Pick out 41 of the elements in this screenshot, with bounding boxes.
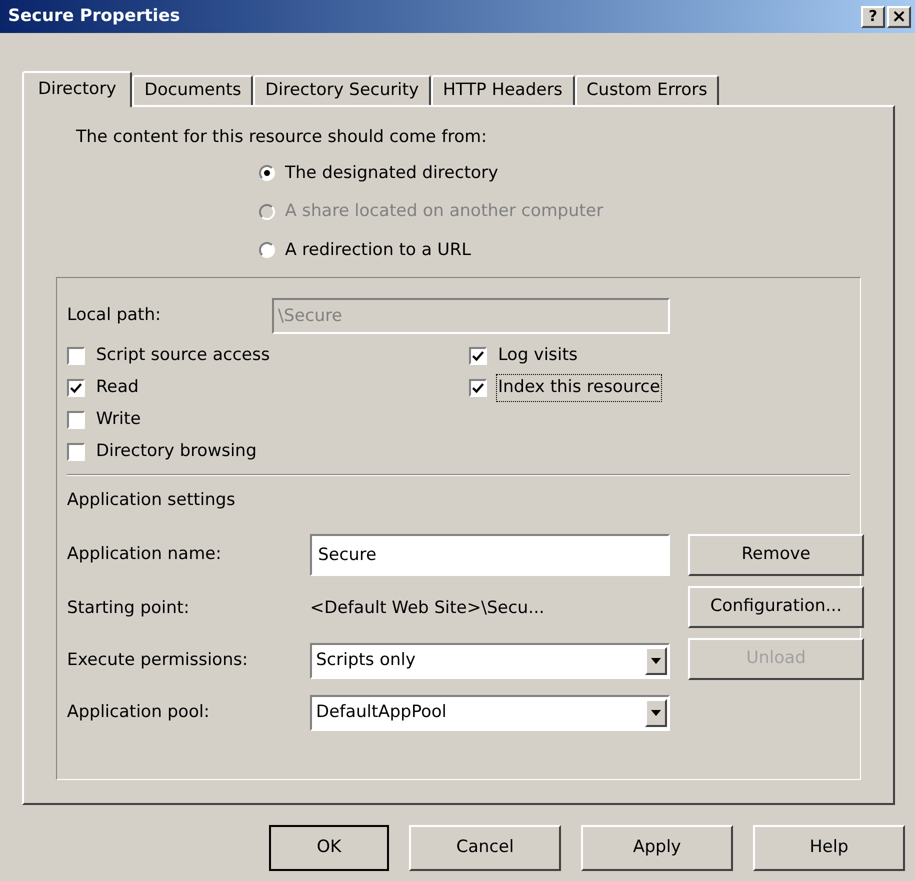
action-button[interactable]: Configuration...: [688, 586, 864, 628]
radio-button[interactable]: [259, 165, 275, 182]
checkbox[interactable]: [67, 443, 85, 461]
checkbox-option[interactable]: Log visits: [469, 340, 579, 372]
dropdown[interactable]: Scripts only: [310, 642, 670, 678]
dialog-button[interactable]: OK: [269, 825, 389, 871]
checkbox-option[interactable]: Script source access: [67, 340, 271, 372]
section-heading: Application settings: [67, 489, 236, 512]
field-label: Application name:: [67, 542, 222, 566]
radio-option[interactable]: The designated directory: [259, 160, 861, 186]
checkbox[interactable]: [469, 379, 487, 397]
close-button[interactable]: ×: [887, 6, 911, 28]
radio-button[interactable]: [259, 242, 275, 258]
dialog-button[interactable]: Cancel: [409, 825, 561, 871]
dropdown[interactable]: DefaultAppPool: [310, 694, 670, 730]
field-label: Execute permissions:: [67, 648, 249, 672]
starting-point-value: <Default Web Site>\Secu...: [310, 596, 544, 620]
help-button[interactable]: ?: [861, 6, 885, 28]
checkbox[interactable]: [67, 411, 85, 429]
checkbox[interactable]: [67, 347, 85, 365]
tab[interactable]: Directory: [22, 71, 132, 107]
radio-option[interactable]: A redirection to a URL: [259, 238, 861, 263]
checkbox-option[interactable]: Directory browsing: [67, 436, 258, 468]
window-title: Secure Properties: [8, 4, 180, 28]
checkbox-option[interactable]: Index this resource: [469, 372, 662, 404]
checkbox-option[interactable]: Write: [67, 404, 142, 436]
field-label: Application pool:: [67, 700, 210, 724]
dialog-button[interactable]: Help: [753, 825, 905, 871]
field-label: Starting point:: [67, 596, 190, 620]
application-name-field[interactable]: Secure: [310, 534, 670, 576]
tab[interactable]: Directory Security: [253, 75, 431, 105]
content-source-label: The content for this resource should come from:: [76, 126, 488, 149]
dialog-button[interactable]: Apply: [581, 825, 733, 871]
tab[interactable]: HTTP Headers: [430, 75, 575, 105]
action-button[interactable]: Remove: [688, 534, 864, 576]
tab[interactable]: Documents: [132, 75, 254, 105]
checkbox[interactable]: [469, 347, 487, 365]
local-path-label: Local path:: [67, 304, 162, 328]
checkbox[interactable]: [67, 379, 85, 397]
checkbox-option[interactable]: Read: [67, 372, 140, 404]
tab[interactable]: Custom Errors: [574, 75, 720, 105]
